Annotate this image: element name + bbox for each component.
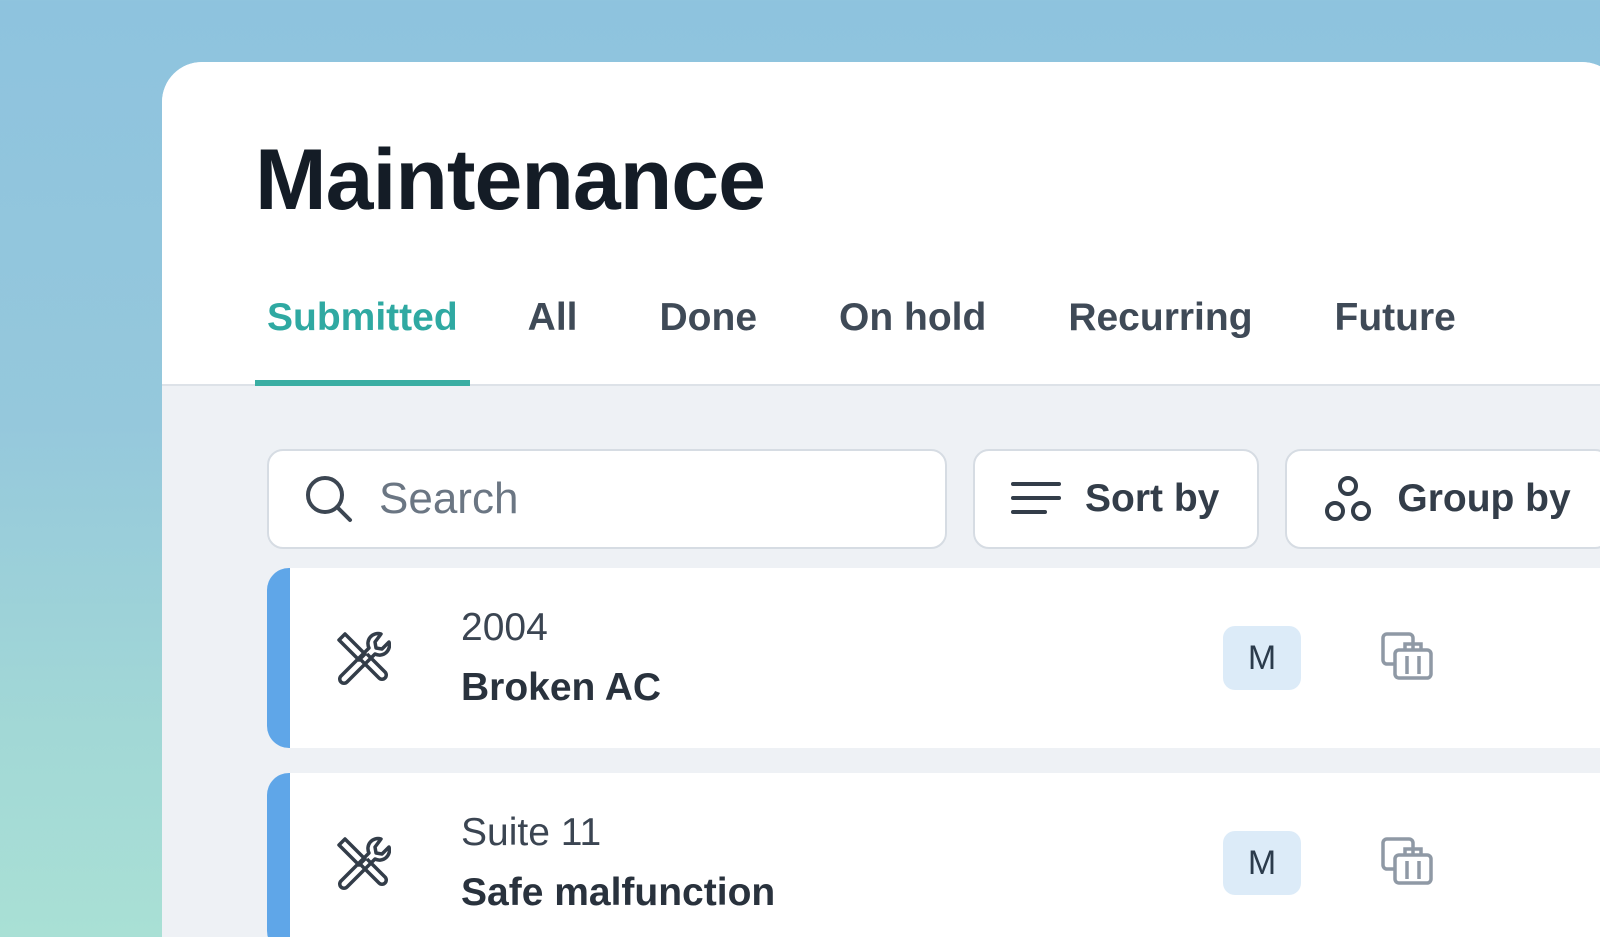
group-by-label: Group by [1397,477,1571,520]
table-row[interactable]: Suite 11 Safe malfunction M [267,773,1600,937]
copy-to-building-icon[interactable] [1381,632,1435,682]
sort-by-button[interactable]: Sort by [973,449,1260,549]
search-icon [306,476,352,522]
table-row[interactable]: 2004 Broken AC M [267,568,1600,748]
copy-to-building-icon[interactable] [1381,837,1435,887]
group-by-button[interactable]: Group by [1285,449,1600,549]
tab-done[interactable]: Done [648,284,770,384]
tab-submitted[interactable]: Submitted [255,284,470,386]
assignee-avatar[interactable]: M [1223,626,1301,690]
search-input[interactable] [377,473,901,525]
search-box[interactable] [267,449,947,549]
tab-recurring[interactable]: Recurring [1056,284,1264,384]
sort-lines-icon [1011,482,1061,514]
tab-future[interactable]: Future [1323,284,1468,384]
tab-label: On hold [839,296,987,339]
tab-all[interactable]: All [516,284,590,384]
maintenance-card: Maintenance Submitted All Done On hold R… [162,62,1600,937]
tab-label: Recurring [1068,296,1253,339]
row-title: Broken AC [461,666,662,709]
assignee-avatar[interactable]: M [1223,831,1301,895]
request-list: 2004 Broken AC M Suite 11 Safe malfuncti… [267,568,1600,937]
sort-by-label: Sort by [1085,477,1220,520]
tab-label: Done [659,296,758,339]
page-title: Maintenance [255,132,766,228]
tab-bar: Submitted All Done On hold Recurring Fut… [255,284,1468,386]
tools-icon [337,836,391,890]
row-title: Safe malfunction [461,871,776,914]
tab-on-hold[interactable]: On hold [827,284,998,384]
row-text: 2004 Broken AC [461,602,661,716]
row-unit: Suite 11 [461,811,602,854]
tools-icon [337,631,391,685]
card-header: Maintenance Submitted All Done On hold R… [162,62,1600,386]
group-circles-icon [1325,476,1372,521]
tab-label: Submitted [267,296,458,339]
toolbar: Sort by Group by [267,449,1600,549]
row-unit: 2004 [461,606,548,649]
tab-label: All [527,296,578,339]
row-text: Suite 11 Safe malfunction [461,807,775,921]
tab-label: Future [1334,296,1456,339]
